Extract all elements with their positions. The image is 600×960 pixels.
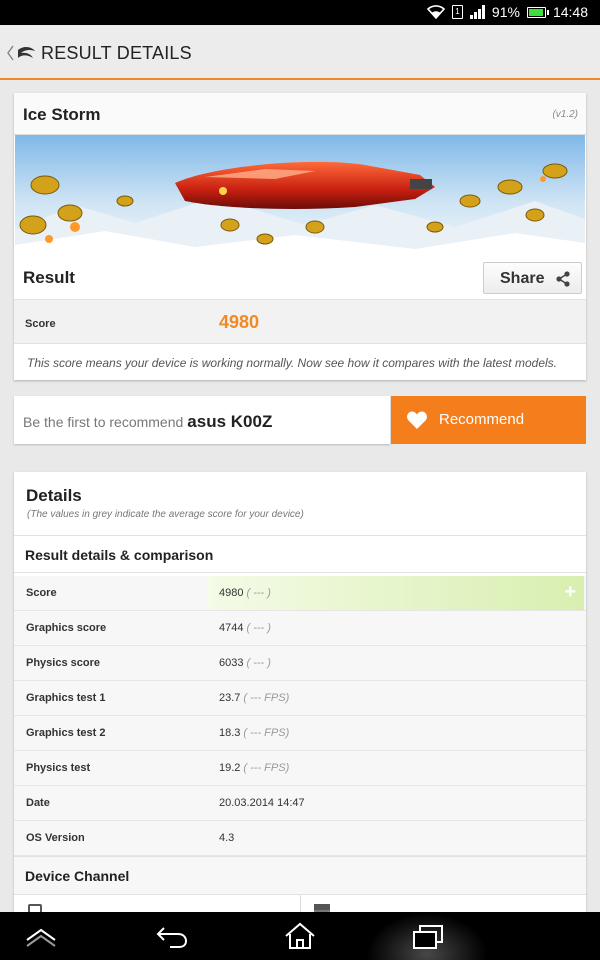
sim-icon: 1 xyxy=(451,5,463,19)
heart-icon xyxy=(407,411,427,429)
detail-row-score[interactable]: Score 4980( --- ) + xyxy=(14,576,586,611)
status-bar: 1 91% 14:48 xyxy=(0,0,600,25)
device-name: asus K00Z xyxy=(187,412,273,431)
detail-row-os-version: OS Version 4.3 xyxy=(14,821,586,856)
detail-row-label: OS Version xyxy=(26,832,85,844)
detail-row-average: ( --- FPS) xyxy=(243,762,290,774)
clock: 14:48 xyxy=(552,4,588,20)
ice-storm-banner-image xyxy=(15,135,585,257)
details-card: Details (The values in grey indicate the… xyxy=(14,472,586,917)
recommend-prompt-text: Be the first to recommend xyxy=(23,414,184,430)
share-button[interactable]: Share xyxy=(483,262,582,294)
share-button-label: Share xyxy=(500,270,545,287)
score-row: Score 4980 xyxy=(14,299,586,344)
details-subtitle: (The values in grey indicate the average… xyxy=(27,509,304,520)
detail-row-value: 18.3( --- FPS) xyxy=(219,727,290,739)
navigation-bar xyxy=(0,912,600,960)
detail-row-label: Graphics test 1 xyxy=(26,692,106,704)
detail-row-label: Physics test xyxy=(26,762,91,774)
result-row: Result Share xyxy=(14,257,586,299)
back-icon[interactable] xyxy=(150,920,194,952)
home-icon[interactable] xyxy=(278,920,322,952)
recent-apps-icon[interactable] xyxy=(406,920,450,952)
comparison-section-title: Result details & comparison xyxy=(25,547,214,563)
battery-icon xyxy=(526,6,549,18)
detail-row-label: Graphics score xyxy=(26,622,107,634)
expand-plus-icon[interactable]: + xyxy=(564,581,576,604)
detail-row-value: 6033( --- ) xyxy=(219,657,271,669)
detail-row-graphics-test-1: Graphics test 1 23.7( --- FPS) xyxy=(14,681,586,716)
detail-row-label: Physics score xyxy=(26,657,100,669)
detail-row-physics-test: Physics test 19.2( --- FPS) xyxy=(14,751,586,786)
detail-row-value: 20.03.2014 14:47 xyxy=(219,797,305,809)
wifi-icon xyxy=(426,5,445,19)
detail-row-graphics-score: Graphics score 4744( --- ) xyxy=(14,611,586,646)
recommend-button[interactable]: Recommend xyxy=(391,396,586,444)
detail-row-average: ( --- ) xyxy=(246,657,271,669)
up-icon[interactable] xyxy=(19,920,63,952)
result-label: Result xyxy=(23,268,75,287)
detail-row-value: 4744( --- ) xyxy=(219,622,271,634)
test-name: Ice Storm xyxy=(23,105,101,124)
test-version: (v1.2) xyxy=(552,109,578,120)
score-value: 4980 xyxy=(219,312,260,332)
detail-row-graphics-test-2: Graphics test 2 18.3( --- FPS) xyxy=(14,716,586,751)
recommend-button-label: Recommend xyxy=(439,411,525,428)
detail-row-value: 23.7( --- FPS) xyxy=(219,692,290,704)
device-channel-title: Device Channel xyxy=(25,868,130,884)
app-bar: RESULT DETAILS xyxy=(0,25,600,80)
detail-row-label: Graphics test 2 xyxy=(26,727,106,739)
detail-row-label: Date xyxy=(26,797,50,809)
detail-row-average: ( --- ) xyxy=(246,587,271,599)
detail-row-date: Date 20.03.2014 14:47 xyxy=(14,786,586,821)
comparison-section-header: Result details & comparison xyxy=(14,535,586,573)
page-title: RESULT DETAILS xyxy=(41,43,192,63)
detail-row-average: ( --- ) xyxy=(246,622,271,634)
score-note: This score means your device is working … xyxy=(27,356,557,370)
signal-icon xyxy=(469,5,485,19)
result-card: Ice Storm (v1.2) Result Share Score 4980… xyxy=(14,93,586,380)
device-channel-header: Device Channel xyxy=(14,856,586,894)
detail-row-value: 19.2( --- FPS) xyxy=(219,762,290,774)
detail-row-physics-score: Physics score 6033( --- ) xyxy=(14,646,586,681)
battery-percent: 91% xyxy=(491,4,520,20)
detail-row-value: 4.3 xyxy=(219,832,235,844)
app-logo-back-icon[interactable] xyxy=(4,41,40,65)
recommend-prompt: Be the first to recommend asus K00Z xyxy=(14,396,390,444)
share-icon xyxy=(556,271,570,287)
score-label: Score xyxy=(25,318,56,330)
details-title: Details xyxy=(26,486,82,505)
detail-row-value: 4980( --- ) xyxy=(219,587,271,599)
test-header: Ice Storm (v1.2) xyxy=(14,93,586,135)
detail-row-average: ( --- FPS) xyxy=(243,692,290,704)
detail-row-label: Score xyxy=(26,587,57,599)
detail-row-average: ( --- FPS) xyxy=(243,727,290,739)
